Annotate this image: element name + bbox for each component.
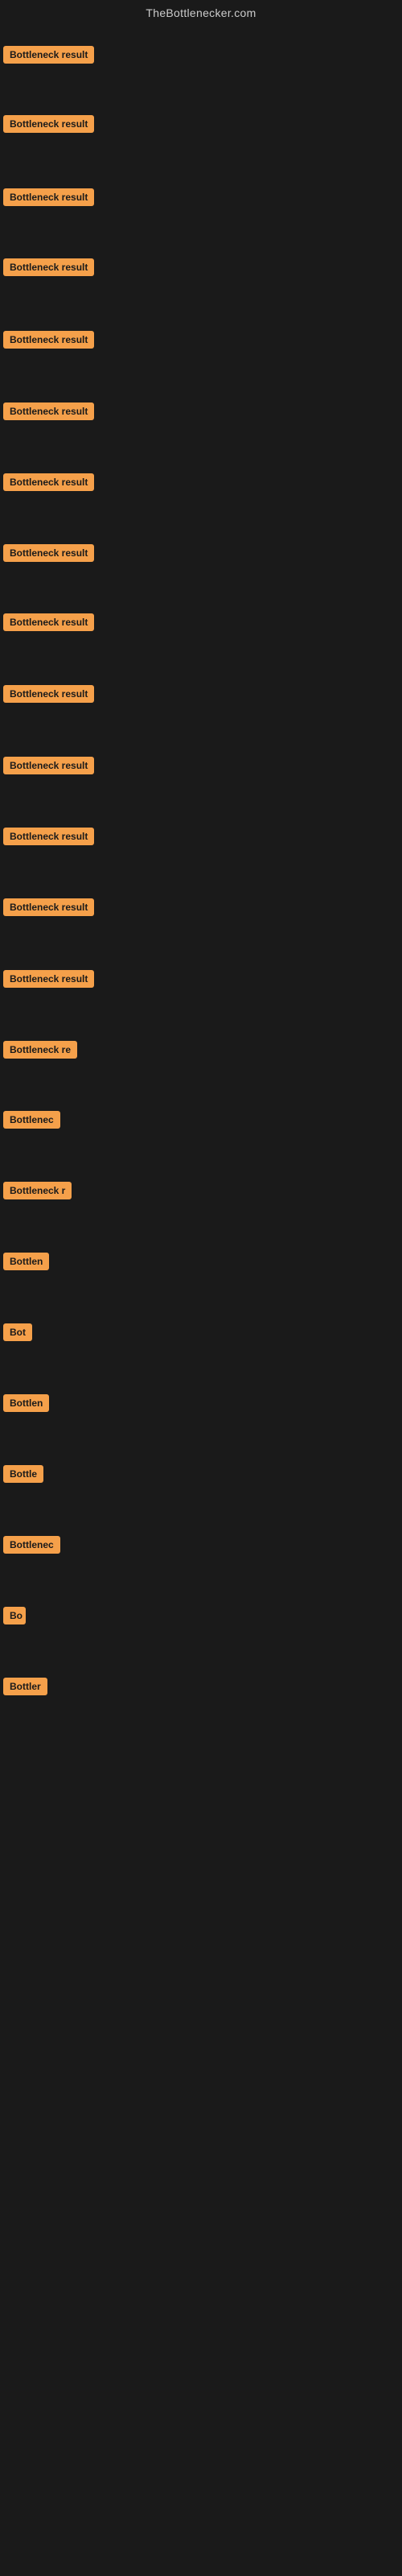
bottleneck-badge-23: Bo: [3, 1607, 26, 1624]
bottleneck-badge-16: Bottlenec: [3, 1111, 60, 1129]
bottleneck-badge-1: Bottleneck result: [3, 46, 94, 64]
bottleneck-badge-11: Bottleneck result: [3, 757, 94, 774]
bottleneck-badge-10: Bottleneck result: [3, 685, 94, 703]
bottleneck-badge-15: Bottleneck re: [3, 1041, 77, 1059]
bottleneck-badge-4: Bottleneck result: [3, 258, 94, 276]
page-container: TheBottlenecker.com Bottleneck result Bot…: [0, 0, 402, 2576]
bottleneck-badge-13: Bottleneck result: [3, 898, 94, 916]
bottleneck-badge-21: Bottle: [3, 1465, 43, 1483]
bottleneck-badge-6: Bottleneck result: [3, 402, 94, 420]
bottleneck-badge-12: Bottleneck result: [3, 828, 94, 845]
bottleneck-badge-5: Bottleneck result: [3, 331, 94, 349]
site-title: TheBottlenecker.com: [0, 0, 402, 26]
bottleneck-badge-19: Bot: [3, 1323, 32, 1341]
bottleneck-badge-17: Bottleneck r: [3, 1182, 72, 1199]
bottleneck-badge-20: Bottlen: [3, 1394, 49, 1412]
bottleneck-badge-2: Bottleneck result: [3, 115, 94, 133]
bottleneck-badge-14: Bottleneck result: [3, 970, 94, 988]
bottleneck-badge-3: Bottleneck result: [3, 188, 94, 206]
bottleneck-badge-9: Bottleneck result: [3, 613, 94, 631]
bottleneck-badge-22: Bottlenec: [3, 1536, 60, 1554]
bottleneck-badge-18: Bottlen: [3, 1253, 49, 1270]
bottleneck-badge-24: Bottler: [3, 1678, 47, 1695]
bottleneck-badge-8: Bottleneck result: [3, 544, 94, 562]
bottleneck-badge-7: Bottleneck result: [3, 473, 94, 491]
